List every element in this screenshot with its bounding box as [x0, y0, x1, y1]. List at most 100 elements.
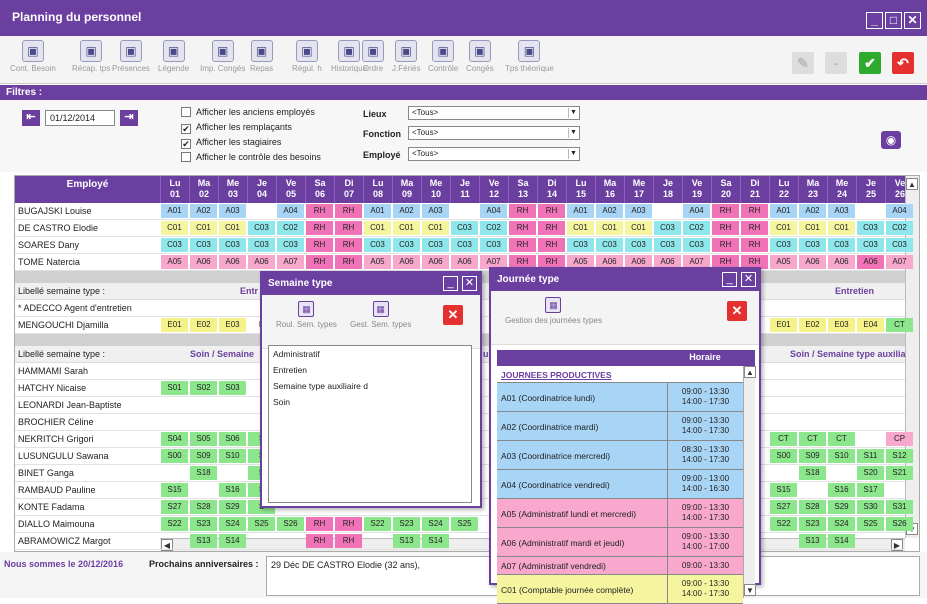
planning-cell[interactable]: A04 [886, 204, 913, 218]
planning-cell[interactable]: RH [335, 204, 362, 218]
planning-cell[interactable]: A05 [364, 255, 391, 269]
planning-cell[interactable]: RH [538, 221, 565, 235]
checkbox-icon[interactable]: ✔ [181, 139, 191, 149]
planning-cell[interactable]: CP [886, 432, 913, 446]
toolbar-button[interactable]: ▣ Légende [158, 40, 189, 73]
planning-cell[interactable]: S10 [219, 449, 246, 463]
planning-cell[interactable]: S15 [770, 483, 797, 497]
planning-cell[interactable]: RH [509, 238, 536, 252]
filter-checkbox[interactable]: Afficher les anciens employés [181, 107, 315, 119]
planning-cell[interactable]: C03 [886, 238, 913, 252]
prev-date-button[interactable]: ⇤ [22, 110, 40, 126]
planning-cell[interactable]: S24 [219, 517, 246, 531]
planning-cell[interactable]: CT [886, 318, 913, 332]
planning-cell[interactable]: S14 [828, 534, 855, 548]
journee-row[interactable]: A06 (Administratif mardi et jeudi) 09:00 … [497, 528, 743, 557]
planning-cell[interactable]: S13 [190, 534, 217, 548]
list-item[interactable]: Soin [269, 394, 471, 410]
planning-cell[interactable]: C03 [451, 238, 478, 252]
planning-cell[interactable]: RH [306, 255, 333, 269]
planning-cell[interactable]: C01 [190, 221, 217, 235]
table-row[interactable]: SOARES Dany C03 C03 C03 C03 C03 RH RH C03 C03 C03 C… [15, 237, 913, 254]
planning-cell[interactable]: A06 [190, 255, 217, 269]
planning-cell[interactable]: C03 [248, 221, 275, 235]
planning-cell[interactable]: C03 [683, 238, 710, 252]
minimize-button[interactable]: _ [722, 272, 737, 287]
planning-cell[interactable]: A06 [828, 255, 855, 269]
planning-cell[interactable]: C03 [422, 238, 449, 252]
planning-cell[interactable]: E03 [219, 318, 246, 332]
planning-cell[interactable]: C03 [248, 238, 275, 252]
planning-cell[interactable]: C02 [683, 221, 710, 235]
planning-cell[interactable]: S14 [219, 534, 246, 548]
checkbox-icon[interactable]: ✔ [181, 124, 191, 134]
planning-cell[interactable]: C01 [596, 221, 623, 235]
next-date-button[interactable]: ⇥ [120, 110, 138, 126]
planning-cell[interactable]: S09 [190, 449, 217, 463]
planning-cell[interactable]: RH [712, 221, 739, 235]
planning-cell[interactable]: S26 [277, 517, 304, 531]
planning-cell[interactable]: S01 [161, 381, 188, 395]
planning-cell[interactable]: C01 [364, 221, 391, 235]
fonction-select[interactable]: <Tous> ▼ [408, 126, 580, 140]
employe-select[interactable]: <Tous> ▼ [408, 147, 580, 161]
planning-cell[interactable]: RH [306, 238, 333, 252]
lieux-select[interactable]: <Tous> ▼ [408, 106, 580, 120]
planning-cell[interactable]: RH [538, 204, 565, 218]
table-row[interactable]: DE CASTRO Elodie C01 C01 C01 C03 C02 RH RH C01 C0… [15, 220, 913, 237]
filter-checkbox[interactable]: ✔ Afficher les stagiaires [181, 137, 281, 149]
filter-checkbox[interactable]: ✔ Afficher les remplaçants [181, 122, 292, 134]
planning-cell[interactable]: S21 [886, 466, 913, 480]
journee-row[interactable]: A05 (Administratif lundi et mercredi) 09:… [497, 499, 743, 528]
journee-scrollbar[interactable]: ▲ ▼ [743, 366, 756, 598]
planning-cell[interactable]: RH [712, 238, 739, 252]
planning-cell[interactable]: A06 [799, 255, 826, 269]
planning-cell[interactable]: A02 [596, 204, 623, 218]
undo-button[interactable]: ↶ [892, 52, 914, 74]
planning-cell[interactable]: S06 [219, 432, 246, 446]
planning-cell[interactable]: S18 [799, 466, 826, 480]
planning-cell[interactable]: C03 [857, 221, 884, 235]
planning-cell[interactable]: C03 [364, 238, 391, 252]
planning-cell[interactable]: A07 [277, 255, 304, 269]
scroll-down-icon[interactable]: ▼ [744, 584, 756, 596]
planning-cell[interactable]: C03 [393, 238, 420, 252]
planning-cell[interactable]: S02 [190, 381, 217, 395]
planning-cell[interactable]: C03 [828, 238, 855, 252]
journee-row[interactable]: A01 (Coordinatrice lundi) 09:00 - 13:30 14… [497, 383, 743, 412]
planning-cell[interactable]: S14 [422, 534, 449, 548]
planning-cell[interactable]: C03 [654, 238, 681, 252]
planning-cell[interactable]: E01 [161, 318, 188, 332]
planning-cell[interactable]: C03 [625, 238, 652, 252]
planning-cell[interactable]: C02 [480, 221, 507, 235]
planning-cell[interactable]: A04 [683, 204, 710, 218]
planning-cell[interactable]: S13 [799, 534, 826, 548]
toolbar-button[interactable]: ▣ J.Fériés [392, 40, 420, 73]
planning-cell[interactable]: A05 [770, 255, 797, 269]
planning-cell[interactable]: S28 [799, 500, 826, 514]
planning-cell[interactable]: CT [799, 432, 826, 446]
planning-cell[interactable]: E04 [857, 318, 884, 332]
planning-cell[interactable]: S12 [886, 449, 913, 463]
planning-cell[interactable]: A06 [422, 255, 449, 269]
planning-cell[interactable]: S23 [799, 517, 826, 531]
planning-cell[interactable]: S25 [857, 517, 884, 531]
planning-cell[interactable]: RH [538, 238, 565, 252]
toolbar-button[interactable]: ▣ Contrôle [428, 40, 458, 73]
planning-cell[interactable]: S22 [770, 517, 797, 531]
journee-row[interactable]: A03 (Coordinatrice mercredi) 08:30 - 13:3… [497, 441, 743, 470]
planning-cell[interactable]: C03 [596, 238, 623, 252]
planning-cell[interactable]: S00 [770, 449, 797, 463]
planning-cell[interactable]: S28 [190, 500, 217, 514]
planning-cell[interactable]: A01 [364, 204, 391, 218]
planning-cell[interactable]: E02 [799, 318, 826, 332]
toolbar-button[interactable]: ▣ Régul. h [292, 40, 322, 73]
planning-cell[interactable]: CT [770, 432, 797, 446]
minus-icon[interactable]: - [825, 52, 847, 74]
planning-cell[interactable]: A04 [277, 204, 304, 218]
planning-cell[interactable]: C01 [393, 221, 420, 235]
table-row[interactable]: ABRAMOWICZ Margot S13 S14 RH RH S13 S14 S13 S14 [15, 533, 905, 550]
planning-cell[interactable]: S27 [161, 500, 188, 514]
planning-cell[interactable]: A06 [451, 255, 478, 269]
planning-cell[interactable]: S27 [770, 500, 797, 514]
